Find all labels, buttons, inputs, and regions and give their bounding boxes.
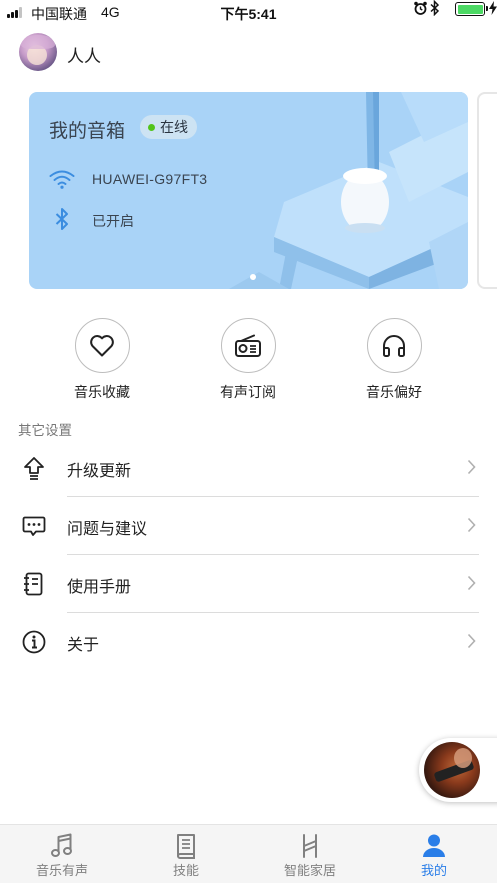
tab-music[interactable]: 音乐有声 [0,825,124,883]
speaker-title: 我的音箱 [49,121,126,142]
bluetooth-status: 已开启 [92,213,134,229]
upgrade-icon [24,457,44,480]
carousel-dot[interactable] [250,274,256,280]
tab-smart-home[interactable]: 智能家居 [248,825,372,883]
music-note-icon [51,833,72,857]
setting-label: 升级更新 [67,463,132,480]
quick-action-label: 音乐收藏 [74,384,130,400]
wifi-name: HUAWEI-G97FT3 [92,171,208,187]
quick-action-label: 音乐偏好 [366,384,422,400]
quick-action-label: 有声订阅 [220,384,276,400]
radio-icon[interactable] [220,318,276,373]
chevron-right-icon [467,575,476,591]
status-badge: 在线 [140,115,197,139]
alarm-icon [414,1,427,15]
setting-feedback[interactable]: 问题与建议 [0,497,497,555]
tab-label: 技能 [172,863,199,878]
bluetooth-icon [55,208,68,230]
setting-label: 使用手册 [67,579,132,596]
tab-me[interactable]: 我的 [372,825,496,883]
online-dot-icon [148,124,155,131]
speaker-card[interactable]: 我的音箱 在线 HUAWEI-G97FT3 已开启 [29,92,468,289]
book-icon [177,834,195,859]
charging-icon [489,1,497,15]
tab-label: 智能家居 [283,863,336,878]
user-name[interactable]: 人人 [67,42,101,67]
setting-upgrade[interactable]: 升级更新 [0,439,497,497]
album-art[interactable] [424,742,480,798]
section-title: 其它设置 [18,423,72,438]
tab-label: 我的 [420,863,447,878]
tab-skills[interactable]: 技能 [124,825,248,883]
person-icon [423,834,445,857]
chevron-right-icon [467,633,476,649]
status-bar: 中国联通 4G 下午5:41 [0,0,497,24]
info-icon [22,630,46,654]
feedback-icon [22,516,46,536]
quick-action-preferences[interactable]: 音乐偏好 [339,318,449,402]
heart-icon[interactable] [74,318,130,373]
setting-label: 关于 [67,637,100,654]
setting-label: 问题与建议 [67,521,148,538]
quick-action-favorites[interactable]: 音乐收藏 [47,318,157,402]
setting-about[interactable]: 关于 [0,613,497,671]
battery-icon [455,2,488,16]
chevron-right-icon [467,459,476,475]
setting-manual[interactable]: 使用手册 [0,555,497,613]
tab-bar: 音乐有声 技能 智能家居 我的 [0,824,497,883]
avatar[interactable] [19,33,57,71]
manual-icon [24,572,43,596]
status-label: 在线 [160,119,188,135]
headphones-icon[interactable] [366,318,422,373]
floating-player[interactable] [419,738,497,802]
chevron-right-icon [467,517,476,533]
wifi-icon [49,170,75,189]
quick-action-subscriptions[interactable]: 有声订阅 [193,318,303,402]
bluetooth-icon [430,0,439,16]
smart-home-icon [303,834,317,858]
tab-label: 音乐有声 [35,863,88,878]
next-card-peek[interactable] [477,92,497,289]
